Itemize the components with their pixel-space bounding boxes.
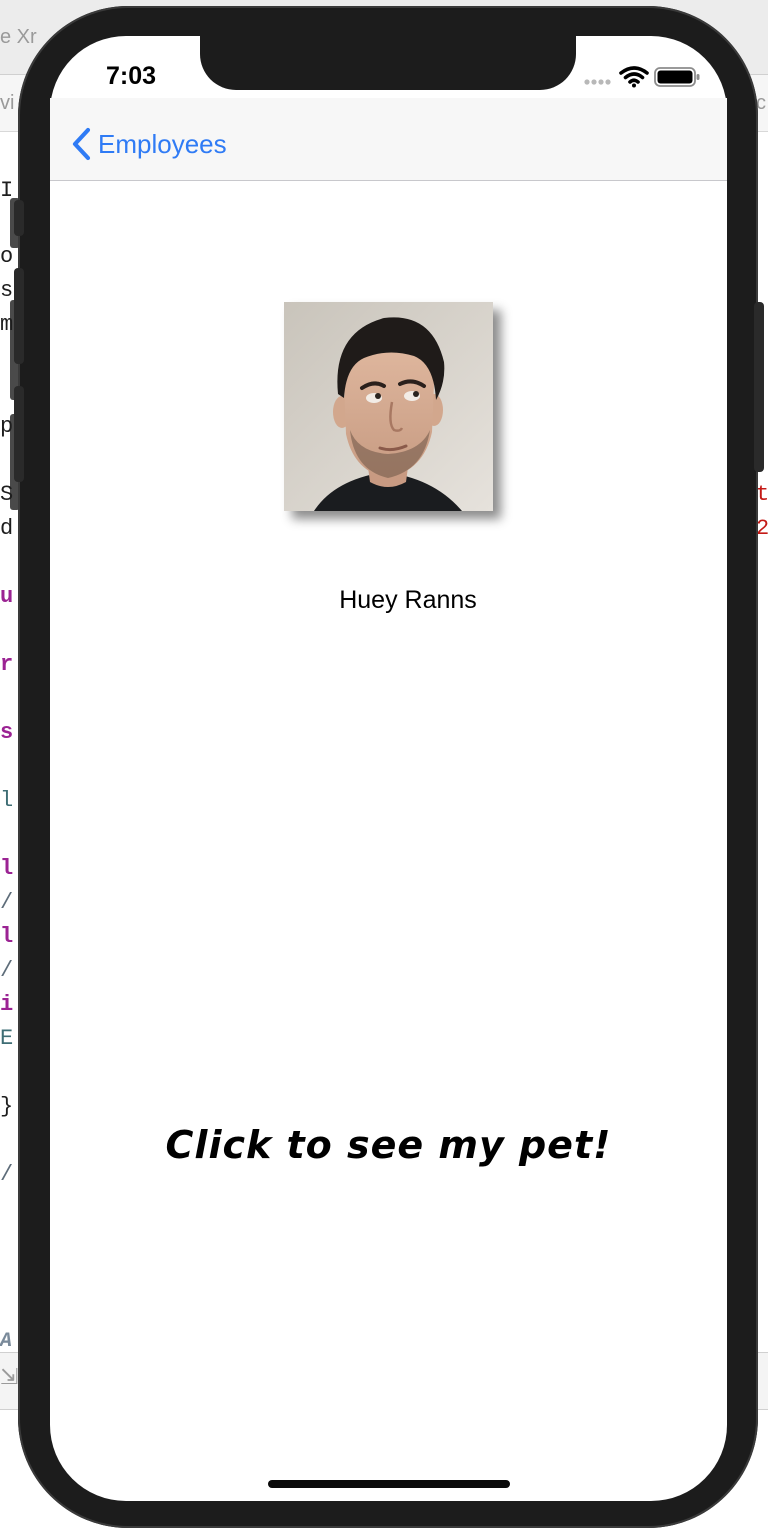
code-line: / — [0, 1162, 14, 1187]
mute-switch — [14, 200, 24, 236]
debug-area-label: A — [0, 1330, 13, 1353]
code-line: l — [0, 788, 14, 813]
iphone-screen — [50, 36, 727, 1501]
battery-icon — [654, 67, 700, 87]
code-line: s — [0, 720, 14, 745]
code-line: s — [0, 278, 14, 303]
code-line: p — [0, 414, 14, 439]
wifi-icon — [619, 66, 649, 88]
volume-up-button — [14, 268, 24, 364]
code-line: I — [0, 178, 14, 203]
code-line: } — [0, 1094, 14, 1119]
home-indicator[interactable] — [268, 1480, 510, 1488]
code-line: S — [0, 482, 14, 507]
chevron-left-icon — [72, 127, 91, 161]
code-line: E — [0, 1026, 14, 1051]
back-button[interactable]: Employees — [70, 124, 227, 164]
see-pet-button[interactable]: Click to see my pet! — [50, 1122, 727, 1168]
device-notch — [200, 36, 576, 90]
volume-down-button — [14, 386, 24, 482]
employee-portrait-image — [284, 302, 493, 511]
back-button-label: Employees — [98, 128, 227, 159]
code-line: / — [0, 890, 14, 915]
code-line: r — [0, 652, 14, 677]
code-line: m — [0, 312, 14, 337]
code-line: i — [0, 992, 14, 1017]
status-time: 7:03 — [106, 62, 157, 90]
code-line: l — [0, 856, 14, 881]
xcode-tab-left[interactable]: vi — [0, 92, 14, 115]
cellular-signal-icon — [584, 79, 611, 85]
employee-photo — [284, 302, 493, 511]
status-indicators — [584, 64, 704, 90]
code-line: o — [0, 244, 14, 269]
xcode-toolbar-title: e Xr — [0, 26, 37, 48]
power-button — [754, 302, 764, 472]
debug-arrow-icon[interactable]: ⇲ — [0, 1364, 18, 1390]
employee-name: Huey Ranns — [339, 586, 477, 614]
code-line: l — [0, 924, 14, 949]
navigation-bar: Employees — [50, 98, 727, 181]
code-line: / — [0, 958, 14, 983]
code-line: d — [0, 516, 14, 541]
code-line: u — [0, 584, 14, 609]
